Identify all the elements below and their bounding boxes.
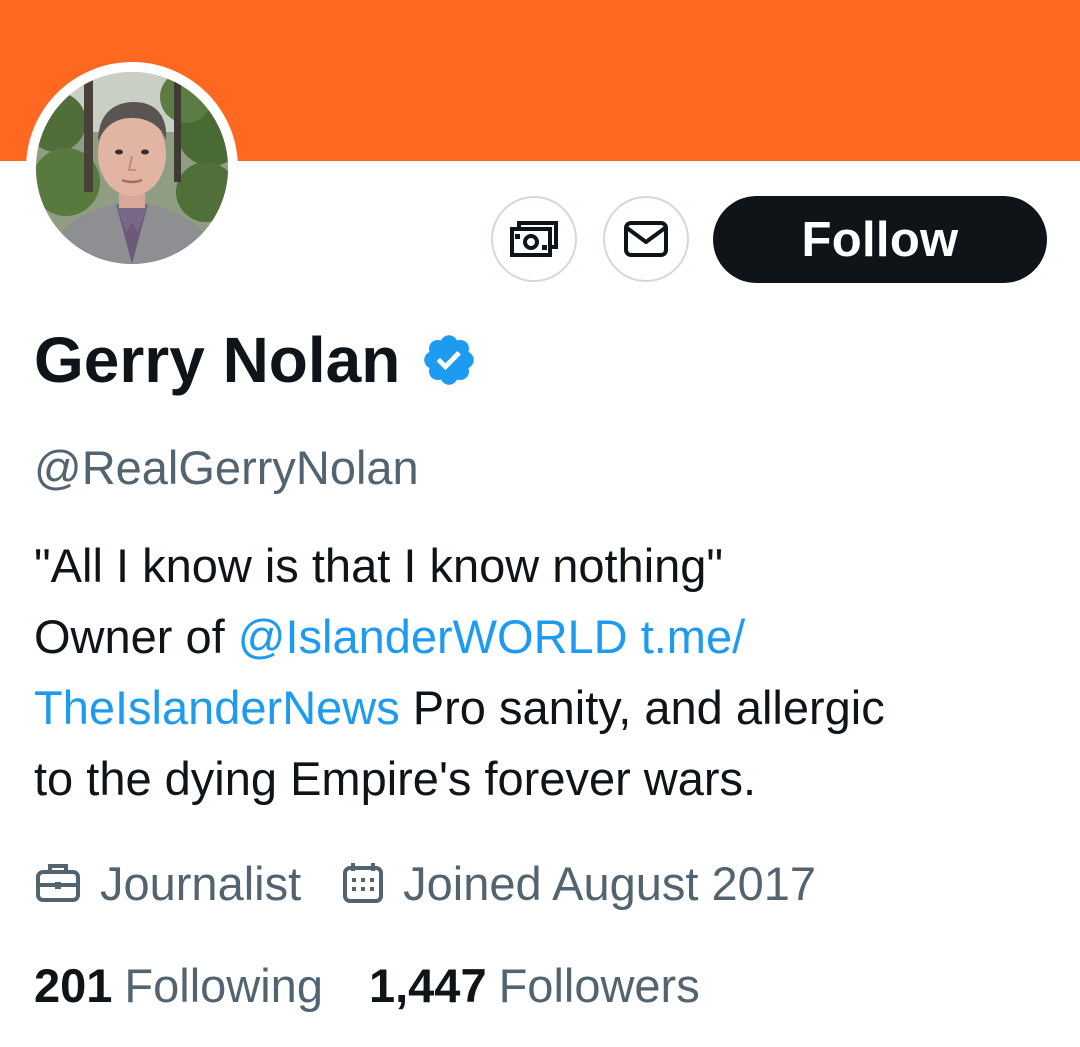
- profile-page: Follow Gerry Nolan @RealGerryNolan "All …: [0, 0, 1080, 1047]
- joined-label: Joined August 2017: [403, 856, 817, 910]
- calendar-icon: [343, 863, 384, 903]
- follow-button[interactable]: Follow: [713, 196, 1047, 283]
- joined-item: Joined August 2017: [341, 856, 816, 911]
- briefcase-icon: [36, 864, 80, 902]
- avatar-photo: [36, 72, 228, 264]
- name-row: Gerry Nolan: [34, 320, 478, 400]
- message-button[interactable]: [603, 196, 689, 282]
- envelope-icon: [624, 221, 668, 257]
- bio-line-4: to the dying Empire's forever wars.: [34, 752, 757, 805]
- bio-owner-text: Owner of: [34, 610, 238, 663]
- tip-button[interactable]: [491, 196, 577, 282]
- profile-bio: "All I know is that I know nothing" Owne…: [34, 530, 1064, 814]
- mention-link[interactable]: @IslanderWORLD: [238, 610, 628, 663]
- money-icon: [510, 221, 558, 257]
- following-label: Following: [124, 958, 323, 1012]
- following-count: 201: [34, 958, 113, 1012]
- profile-stats: 201 Following 1,447 Followers: [34, 952, 700, 1018]
- display-name: Gerry Nolan: [34, 324, 401, 396]
- verified-badge-icon[interactable]: [420, 331, 478, 389]
- avatar[interactable]: [36, 72, 228, 264]
- telegram-link-start[interactable]: t.me/: [641, 610, 745, 663]
- following-stat[interactable]: 201 Following: [34, 958, 323, 1013]
- bio-line-1: "All I know is that I know nothing": [34, 539, 724, 592]
- profile-handle: @RealGerryNolan: [34, 441, 419, 494]
- followers-stat[interactable]: 1,447 Followers: [369, 958, 700, 1013]
- profile-meta: Journalist Joined August 2017: [34, 850, 816, 916]
- bio-sanity-text: Pro sanity, and allergic: [399, 681, 885, 734]
- followers-count: 1,447: [368, 958, 487, 1012]
- bio-line-2: Owner of @IslanderWORLD t.me/: [34, 601, 1064, 672]
- telegram-link-end[interactable]: TheIslanderNews: [34, 681, 400, 734]
- profession-item: Journalist: [34, 856, 301, 911]
- profession-label: Journalist: [100, 856, 302, 910]
- bio-line-3: TheIslanderNews Pro sanity, and allergic: [34, 672, 1064, 743]
- followers-label: Followers: [498, 958, 700, 1012]
